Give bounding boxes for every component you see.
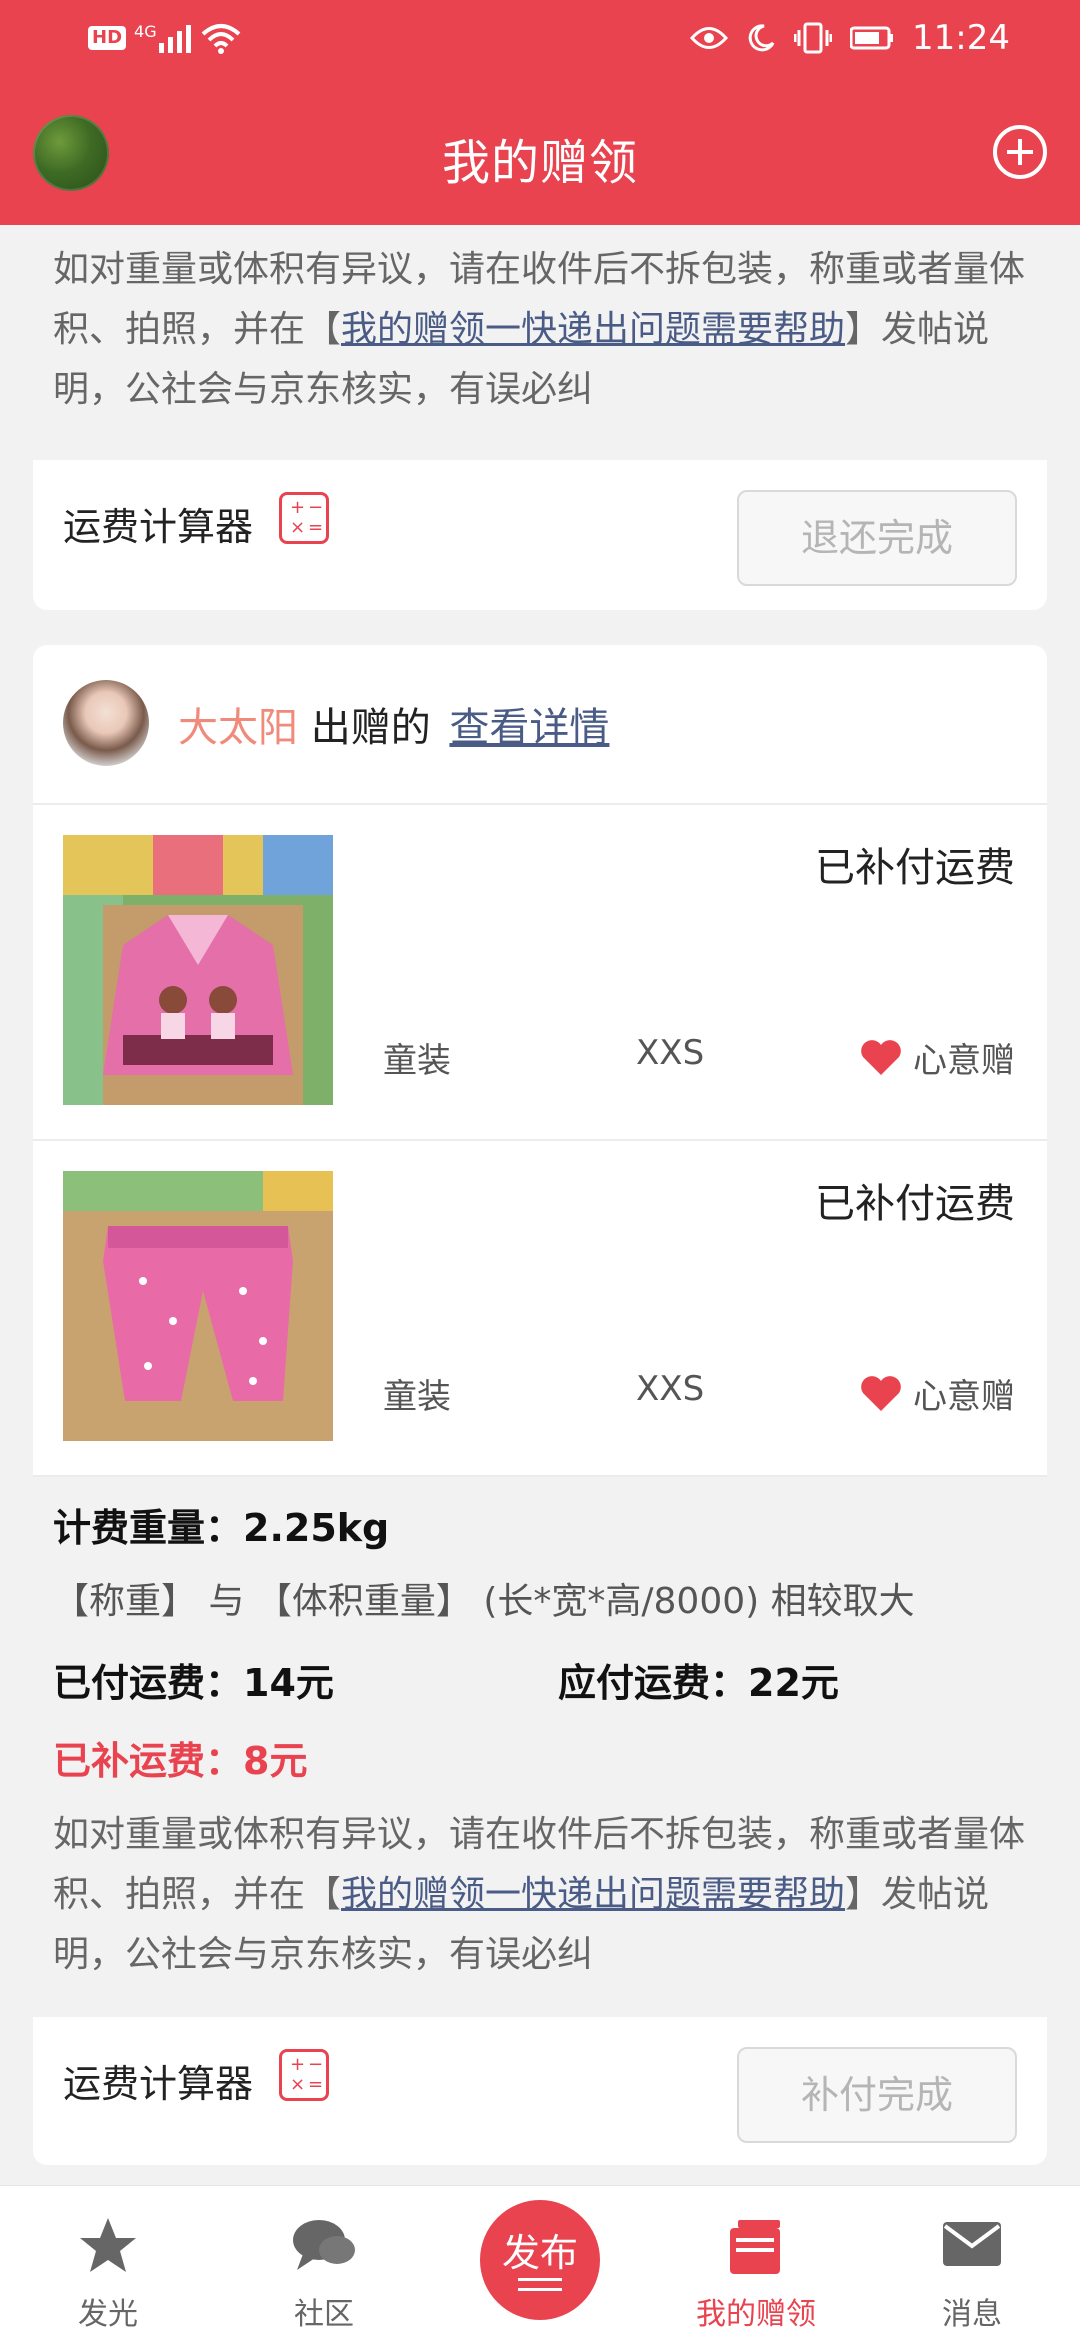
item-photo-pants[interactable] <box>63 1171 333 1441</box>
gift-card: 大太阳 出赠的 查看详情 已补付运费 童装 XXS 心意赠 已补付运费 童装 X… <box>33 645 1047 2165</box>
add-button[interactable] <box>993 125 1047 179</box>
gift-book-icon <box>730 2220 780 2274</box>
item-category: 童装 <box>383 1041 451 1081</box>
item-status: 已补付运费 <box>815 1181 1015 1227</box>
item-type: 心意赠 <box>859 1033 1015 1082</box>
gift-item[interactable]: 已补付运费 童装 XXS 心意赠 <box>33 1141 1047 1477</box>
heart-icon <box>861 1039 901 1075</box>
item-status: 已补付运费 <box>815 845 1015 891</box>
calculator-icon[interactable]: + − × = <box>279 492 329 544</box>
return-complete-button[interactable]: 退还完成 <box>737 490 1017 586</box>
wifi-icon <box>201 24 240 54</box>
moon-icon <box>748 24 775 52</box>
calculator-row: 运费计算器 + − × = 退还完成 <box>33 460 1047 610</box>
gift-card-previous: 如对重量或体积有异议，请在收件后不拆包装，称重或者量体积、拍照，并在【我的赠领一… <box>33 225 1047 610</box>
publish-button[interactable]: 发布 <box>480 2200 600 2320</box>
item-photo-jacket[interactable] <box>63 835 333 1105</box>
item-type-label: 心意赠 <box>913 1041 1015 1081</box>
publish-label: 发布 <box>501 2231 578 2275</box>
status-bar: HD 4G 11:24 <box>0 0 1080 80</box>
item-size: XXS <box>636 1033 705 1073</box>
donor-avatar[interactable] <box>63 680 149 766</box>
weight-rule: 【称重】 与 【体积重量】 (长*宽*高/8000) 相较取大 <box>53 1581 915 1622</box>
item-type: 心意赠 <box>859 1369 1015 1418</box>
page-title: 我的赠领 <box>441 135 638 191</box>
shipping-calculator-label[interactable]: 运费计算器 <box>63 2053 253 2108</box>
nav-label: 社区 <box>294 2297 354 2332</box>
status-right: 11:24 <box>690 18 1010 58</box>
status-left: HD 4G <box>88 22 241 54</box>
calculator-row: 运费计算器 + − × = 补付完成 <box>33 2017 1047 2165</box>
donor-suffix: 出赠的 <box>310 705 431 751</box>
battery-icon <box>850 26 894 50</box>
donor-name[interactable]: 大太阳 <box>178 705 298 751</box>
nav-item-glow[interactable]: 发光 <box>0 2186 216 2340</box>
chat-bubbles-icon <box>293 2220 355 2270</box>
supplement-complete-button[interactable]: 补付完成 <box>737 2047 1017 2143</box>
header-row: 我的赠领 <box>0 105 1080 205</box>
shipping-calculator-label[interactable]: 运费计算器 <box>63 496 253 551</box>
donor-row: 大太阳 出赠的 查看详情 <box>33 645 1047 805</box>
hd-badge: HD <box>88 26 127 50</box>
nav-label: 我的赠领 <box>696 2297 816 2332</box>
item-category: 童装 <box>383 1377 451 1417</box>
shipping-fee-panel: 计费重量：2.25kg 【称重】 与 【体积重量】 (长*宽*高/8000) 相… <box>33 1477 1047 2017</box>
item-type-label: 心意赠 <box>913 1377 1015 1417</box>
shipping-note: 如对重量或体积有异议，请在收件后不拆包装，称重或者量体积、拍照，并在【我的赠领一… <box>53 1814 1026 1975</box>
calculator-icon[interactable]: + − × = <box>279 2049 329 2101</box>
shipping-note: 如对重量或体积有异议，请在收件后不拆包装，称重或者量体积、拍照，并在【我的赠领一… <box>53 249 1026 410</box>
heart-icon <box>861 1375 901 1411</box>
publish-icon <box>518 2278 562 2298</box>
mail-icon <box>943 2222 1001 2266</box>
donor-line: 大太阳 出赠的 查看详情 <box>178 695 609 753</box>
nav-item-community[interactable]: 社区 <box>216 2186 432 2340</box>
shipping-note-panel: 如对重量或体积有异议，请在收件后不拆包装，称重或者量体积、拍照，并在【我的赠领一… <box>33 225 1047 460</box>
top-app-bar: HD 4G 11:24 我的赠领 <box>0 0 1080 225</box>
extra-fee: 已补运费：8元 <box>53 1739 308 1783</box>
due-fee: 应付运费：22元 <box>558 1661 839 1705</box>
nav-item-my-gifts[interactable]: 我的赠领 <box>648 2186 864 2340</box>
vibrate-icon <box>794 22 833 54</box>
view-details-link[interactable]: 查看详情 <box>449 705 609 751</box>
clock: 11:24 <box>912 18 1010 58</box>
eye-icon <box>690 27 729 49</box>
star-icon <box>80 2218 136 2272</box>
network-label: 4G <box>134 21 157 41</box>
nav-label: 发光 <box>78 2297 138 2332</box>
signal-icon <box>158 25 191 53</box>
item-size: XXS <box>636 1369 705 1409</box>
nav-label: 消息 <box>942 2297 1002 2332</box>
nav-item-messages[interactable]: 消息 <box>864 2186 1080 2340</box>
paid-fee: 已付运费：14元 <box>53 1661 334 1705</box>
billing-weight: 计费重量：2.25kg <box>53 1506 390 1550</box>
gift-item[interactable]: 已补付运费 童装 XXS 心意赠 <box>33 805 1047 1141</box>
help-link[interactable]: 我的赠领一快递出问题需要帮助 <box>341 1874 845 1915</box>
help-link[interactable]: 我的赠领一快递出问题需要帮助 <box>341 309 845 350</box>
